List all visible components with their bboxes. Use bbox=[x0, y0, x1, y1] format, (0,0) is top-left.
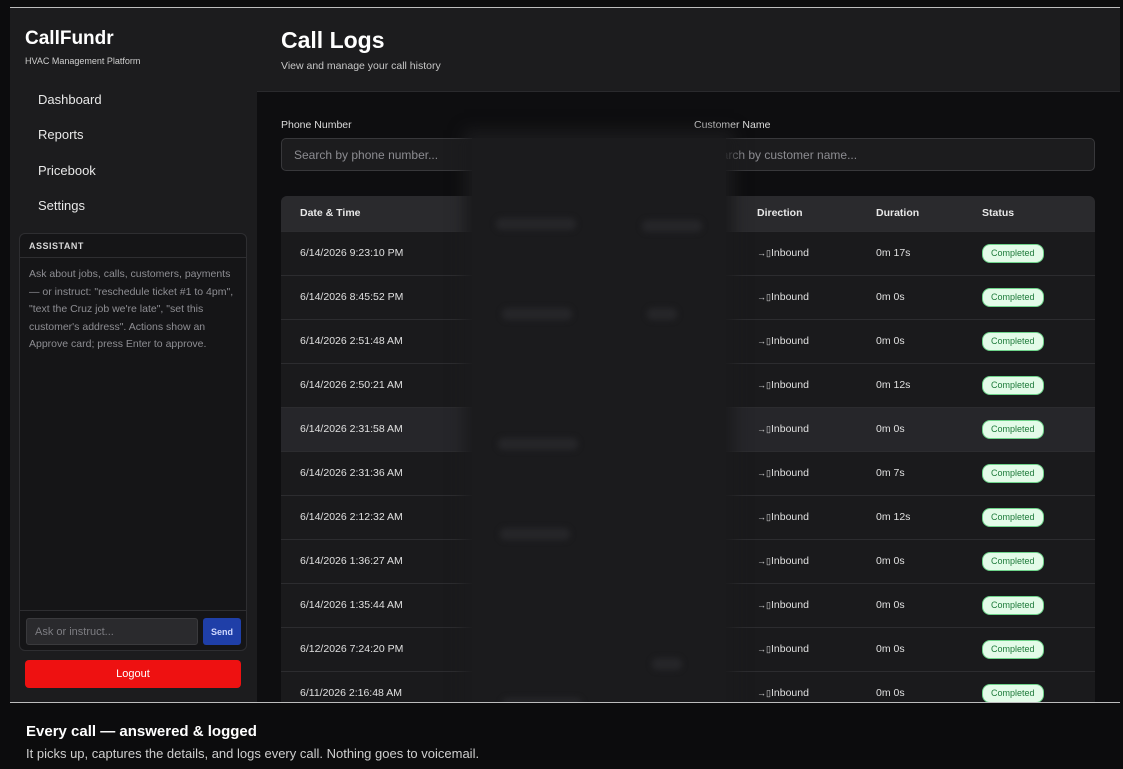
cell-duration: 0m 12s bbox=[876, 511, 911, 523]
inbound-call-icon: →▯ bbox=[757, 292, 771, 302]
direction-label: Inbound bbox=[771, 555, 809, 567]
column-header-duration[interactable]: Duration bbox=[876, 196, 919, 231]
brand-name: CallFundr bbox=[25, 28, 114, 49]
status-badge: Completed bbox=[982, 332, 1044, 351]
cell-duration: 0m 0s bbox=[876, 643, 905, 655]
inbound-call-icon: →▯ bbox=[757, 468, 771, 478]
column-header-status[interactable]: Status bbox=[982, 196, 1014, 231]
customer-filter-label: Customer Name bbox=[694, 119, 771, 131]
status-badge: Completed bbox=[982, 508, 1044, 527]
inbound-call-icon: →▯ bbox=[757, 556, 771, 566]
status-badge: Completed bbox=[982, 684, 1044, 702]
status-badge: Completed bbox=[982, 288, 1044, 307]
cell-duration: 0m 0s bbox=[876, 687, 905, 699]
cell-duration: 0m 7s bbox=[876, 467, 905, 479]
customer-search-input[interactable] bbox=[694, 138, 1095, 171]
cell-duration: 0m 0s bbox=[876, 555, 905, 567]
cell-datetime: 6/14/2026 2:31:58 AM bbox=[300, 423, 403, 435]
direction-label: Inbound bbox=[771, 247, 809, 259]
status-badge: Completed bbox=[982, 420, 1044, 439]
inbound-call-icon: →▯ bbox=[757, 688, 771, 698]
status-badge: Completed bbox=[982, 376, 1044, 395]
status-badge: Completed bbox=[982, 596, 1044, 615]
column-header-datetime[interactable]: Date & Time bbox=[300, 196, 361, 231]
cell-direction: →▯Inbound bbox=[757, 672, 809, 702]
nav-item-reports[interactable]: Reports bbox=[30, 122, 240, 148]
cell-datetime: 6/14/2026 1:36:27 AM bbox=[300, 555, 403, 567]
cell-datetime: 6/12/2026 7:24:20 PM bbox=[300, 643, 404, 655]
direction-label: Inbound bbox=[771, 291, 809, 303]
cell-direction: →▯Inbound bbox=[757, 540, 809, 583]
sidebar: CallFundr HVAC Management Platform Dashb… bbox=[10, 8, 257, 702]
cell-duration: 0m 17s bbox=[876, 247, 911, 259]
nav-item-settings[interactable]: Settings bbox=[30, 193, 240, 219]
phone-filter-label: Phone Number bbox=[281, 119, 352, 131]
inbound-call-icon: →▯ bbox=[757, 424, 771, 434]
cell-direction: →▯Inbound bbox=[757, 276, 809, 319]
status-badge: Completed bbox=[982, 640, 1044, 659]
cell-duration: 0m 0s bbox=[876, 335, 905, 347]
status-badge: Completed bbox=[982, 552, 1044, 571]
direction-label: Inbound bbox=[771, 335, 809, 347]
direction-label: Inbound bbox=[771, 599, 809, 611]
cell-duration: 0m 0s bbox=[876, 291, 905, 303]
inbound-call-icon: →▯ bbox=[757, 600, 771, 610]
footer-subtitle: It picks up, captures the details, and l… bbox=[26, 746, 480, 761]
redacted-columns bbox=[472, 138, 726, 702]
cell-datetime: 6/14/2026 2:31:36 AM bbox=[300, 467, 403, 479]
direction-label: Inbound bbox=[771, 467, 809, 479]
direction-label: Inbound bbox=[771, 687, 809, 699]
cell-datetime: 6/11/2026 2:16:48 AM bbox=[300, 687, 402, 699]
cell-datetime: 6/14/2026 2:51:48 AM bbox=[300, 335, 403, 347]
cell-direction: →▯Inbound bbox=[757, 584, 809, 627]
cell-datetime: 6/14/2026 8:45:52 PM bbox=[300, 291, 404, 303]
status-badge: Completed bbox=[982, 464, 1044, 483]
footer-title: Every call — answered & logged bbox=[26, 723, 257, 740]
cell-datetime: 6/14/2026 9:23:10 PM bbox=[300, 247, 404, 259]
inbound-call-icon: →▯ bbox=[757, 336, 771, 346]
promo-footer: Every call — answered & logged It picks … bbox=[0, 704, 1123, 769]
cell-direction: →▯Inbound bbox=[757, 496, 809, 539]
page-title: Call Logs bbox=[281, 27, 385, 53]
inbound-call-icon: →▯ bbox=[757, 512, 771, 522]
column-header-direction[interactable]: Direction bbox=[757, 196, 803, 231]
brand-tagline: HVAC Management Platform bbox=[25, 56, 141, 66]
logout-button[interactable]: Logout bbox=[25, 660, 241, 688]
assistant-panel: ASSISTANT Ask about jobs, calls, custome… bbox=[19, 233, 247, 651]
direction-label: Inbound bbox=[771, 643, 809, 655]
assistant-composer: Send bbox=[20, 610, 246, 650]
assistant-input[interactable] bbox=[26, 618, 198, 645]
direction-label: Inbound bbox=[771, 379, 809, 391]
page-subtitle: View and manage your call history bbox=[281, 60, 441, 72]
direction-label: Inbound bbox=[771, 423, 809, 435]
cell-duration: 0m 0s bbox=[876, 599, 905, 611]
nav-item-dashboard[interactable]: Dashboard bbox=[30, 87, 240, 113]
page-header: Call Logs View and manage your call hist… bbox=[257, 8, 1120, 92]
cell-datetime: 6/14/2026 2:50:21 AM bbox=[300, 379, 403, 391]
cell-datetime: 6/14/2026 2:12:32 AM bbox=[300, 511, 403, 523]
nav-item-pricebook[interactable]: Pricebook bbox=[30, 158, 240, 184]
cell-direction: →▯Inbound bbox=[757, 232, 809, 275]
main-content: Call Logs View and manage your call hist… bbox=[257, 8, 1120, 702]
app-window: CallFundr HVAC Management Platform Dashb… bbox=[10, 7, 1120, 703]
direction-label: Inbound bbox=[771, 511, 809, 523]
cell-direction: →▯Inbound bbox=[757, 364, 809, 407]
status-badge: Completed bbox=[982, 244, 1044, 263]
cell-direction: →▯Inbound bbox=[757, 408, 809, 451]
cell-direction: →▯Inbound bbox=[757, 320, 809, 363]
cell-direction: →▯Inbound bbox=[757, 452, 809, 495]
cell-duration: 0m 0s bbox=[876, 423, 905, 435]
send-button[interactable]: Send bbox=[203, 618, 241, 645]
cell-datetime: 6/14/2026 1:35:44 AM bbox=[300, 599, 403, 611]
cell-duration: 0m 12s bbox=[876, 379, 911, 391]
cell-direction: →▯Inbound bbox=[757, 628, 809, 671]
inbound-call-icon: →▯ bbox=[757, 380, 771, 390]
inbound-call-icon: →▯ bbox=[757, 248, 771, 258]
assistant-hint: Ask about jobs, calls, customers, paymen… bbox=[29, 268, 234, 351]
assistant-title: ASSISTANT bbox=[20, 234, 246, 258]
inbound-call-icon: →▯ bbox=[757, 644, 771, 654]
